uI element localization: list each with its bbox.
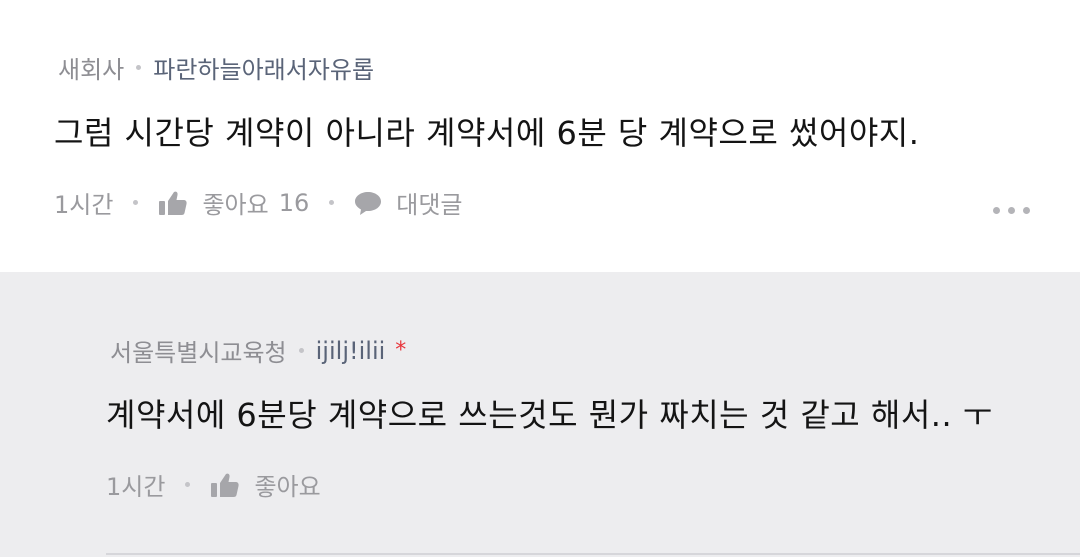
more-dot (1023, 207, 1030, 214)
like-button[interactable]: 좋아요 16 (158, 185, 309, 220)
more-dot (1008, 207, 1015, 214)
thumbs-up-icon (158, 190, 188, 216)
comment-author[interactable]: 새회사 (58, 50, 124, 85)
separator-dot (298, 348, 304, 353)
star-marker: * (395, 338, 407, 363)
separator-dot (185, 482, 191, 487)
comment-time: 1시간 (54, 191, 114, 219)
comment: 새회사 파란하늘아래서자유롭 그럼 시간당 계약이 아니라 계약서에 6분 당 … (0, 0, 1080, 272)
reply-actions: 1시간 좋아요 (106, 467, 321, 502)
comment-actions: 1시간 좋아요 16 대댓글 (54, 185, 462, 220)
divider (106, 553, 1080, 555)
like-button[interactable]: 좋아요 (210, 467, 321, 502)
separator-dot (136, 65, 142, 70)
comment-thread: 새회사 파란하늘아래서자유롭 그럼 시간당 계약이 아니라 계약서에 6분 당 … (0, 0, 1080, 557)
like-label: 좋아요 (202, 191, 269, 219)
like-count: 16 (278, 188, 310, 217)
reply: 서울특별시교육청 ijilj!ilii * 계약서에 6분당 계약으로 쓰는것도… (0, 272, 1080, 557)
reply-author[interactable]: 서울특별시교육청 (110, 333, 287, 368)
comment-group[interactable]: 파란하늘아래서자유롭 (153, 50, 374, 85)
reply-text: 계약서에 6분당 계약으로 쓰는것도 뭔가 짜치는 것 같고 해서.. ㅜ (106, 396, 993, 434)
reply-meta: 서울특별시교육청 ijilj!ilii * (110, 333, 406, 368)
reply-button[interactable]: 대댓글 (354, 185, 462, 220)
more-dot (993, 207, 1000, 214)
reply-group[interactable]: ijilj!ilii (316, 337, 386, 365)
thumbs-up-icon (210, 472, 240, 498)
like-label: 좋아요 (254, 473, 321, 501)
speech-bubble-icon (354, 190, 382, 216)
reply-label: 대댓글 (396, 191, 463, 219)
comment-text: 그럼 시간당 계약이 아니라 계약서에 6분 당 계약으로 썼어야지. (54, 114, 920, 152)
more-options-button[interactable] (993, 207, 1030, 214)
separator-dot (329, 200, 335, 205)
comment-meta: 새회사 파란하늘아래서자유롭 (58, 50, 374, 85)
separator-dot (133, 200, 139, 205)
reply-time: 1시간 (106, 473, 166, 501)
